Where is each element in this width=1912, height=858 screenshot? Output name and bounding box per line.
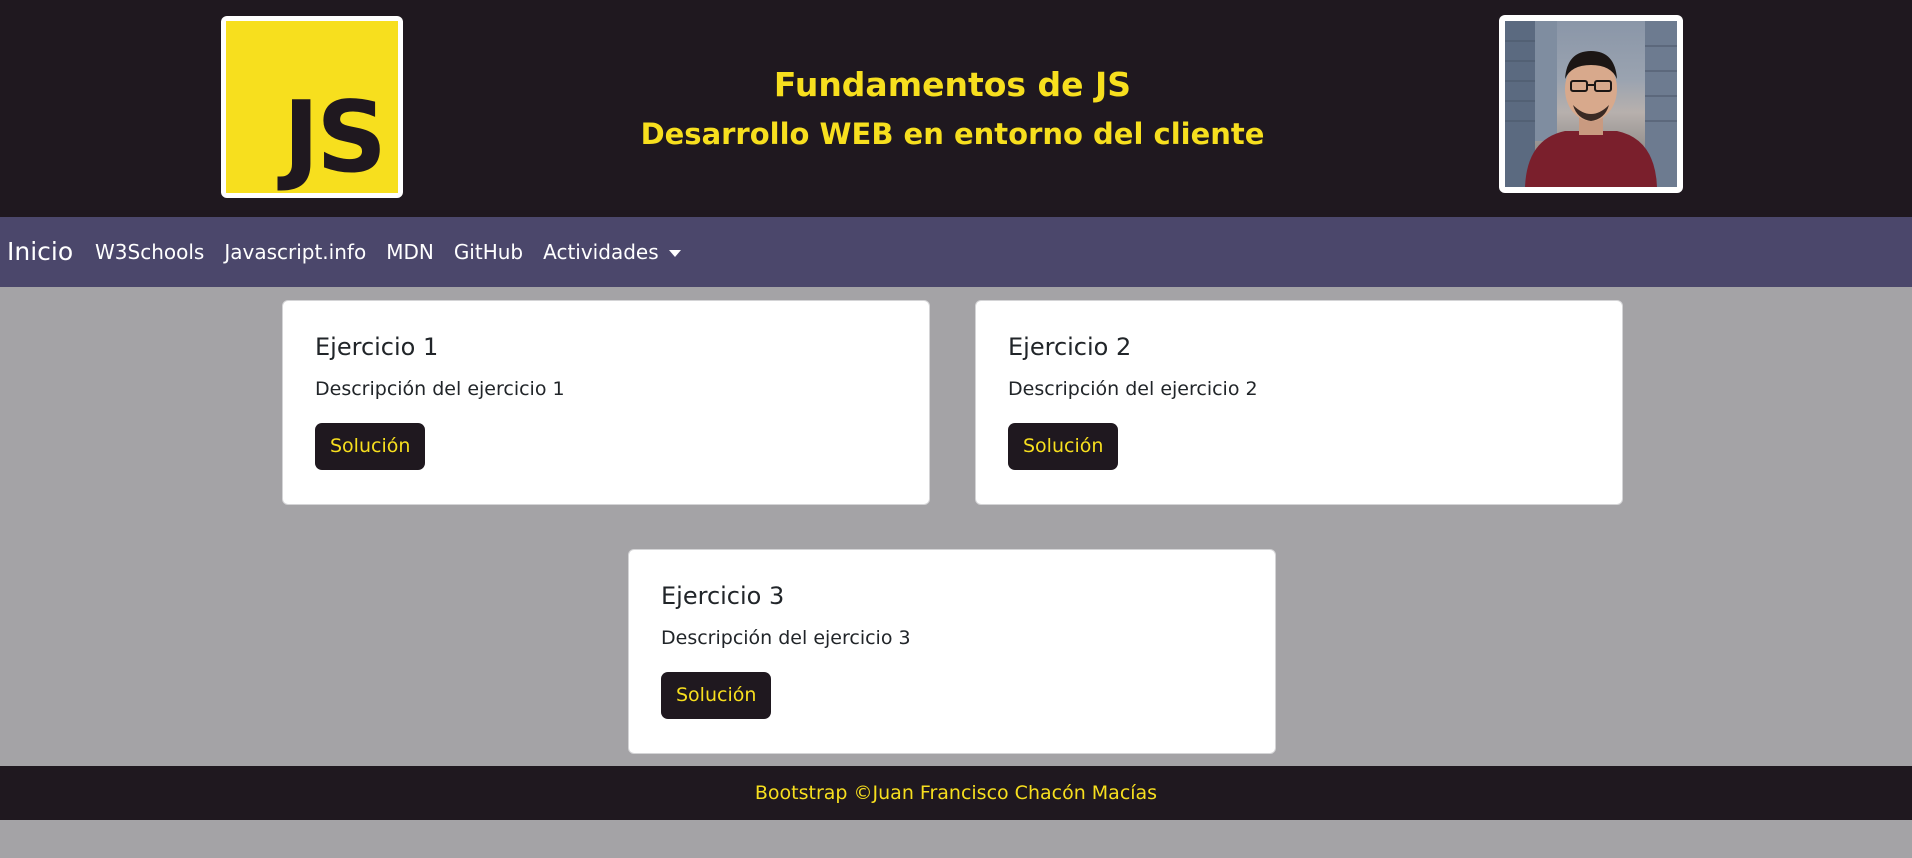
card-title: Ejercicio 3 <box>661 582 785 610</box>
card-description: Descripción del ejercicio 3 <box>661 627 911 649</box>
navbar: Inicio W3Schools Javascript.info MDN Git… <box>0 217 1912 287</box>
footer-text: Bootstrap ©Juan Francisco Chacón Macías <box>754 782 1158 804</box>
person-photo-illustration <box>1505 21 1677 187</box>
card-description: Descripción del ejercicio 1 <box>315 378 565 400</box>
solution-button-2[interactable]: Solución <box>1008 423 1119 470</box>
page-subtitle: Desarrollo WEB en entorno del cliente <box>640 117 1265 151</box>
profile-photo <box>1499 15 1683 193</box>
header-titles: Fundamentos de JS Desarrollo WEB en ento… <box>600 60 1305 158</box>
nav-dropdown-actividades[interactable]: Actividades <box>533 240 691 264</box>
nav-dropdown-label: Actividades <box>543 240 659 264</box>
page-title: Fundamentos de JS <box>773 65 1132 104</box>
nav-link-w3schools[interactable]: W3Schools <box>85 240 214 264</box>
exercise-card-2: Ejercicio 2 Descripción del ejercicio 2 … <box>975 300 1623 505</box>
card-title: Ejercicio 1 <box>315 333 439 361</box>
site-header: JS Fundamentos de JS Desarrollo WEB en e… <box>0 0 1912 217</box>
exercise-card-1: Ejercicio 1 Descripción del ejercicio 1 … <box>282 300 930 505</box>
nav-link-mdn[interactable]: MDN <box>376 240 444 264</box>
avatar <box>1505 21 1677 187</box>
solution-button-3[interactable]: Solución <box>661 672 772 719</box>
solution-button-1[interactable]: Solución <box>315 423 426 470</box>
card-description: Descripción del ejercicio 2 <box>1008 378 1258 400</box>
nav-brand-inicio[interactable]: Inicio <box>7 217 73 287</box>
js-logo-text: JS <box>282 81 387 195</box>
js-logo: JS <box>221 16 403 198</box>
exercise-card-3: Ejercicio 3 Descripción del ejercicio 3 … <box>628 549 1276 754</box>
card-title: Ejercicio 2 <box>1008 333 1132 361</box>
nav-link-github[interactable]: GitHub <box>444 240 533 264</box>
nav-links: W3Schools Javascript.info MDN GitHub Act… <box>85 217 691 287</box>
site-footer: Bootstrap ©Juan Francisco Chacón Macías <box>0 766 1912 820</box>
nav-link-javascript-info[interactable]: Javascript.info <box>214 240 376 264</box>
chevron-down-icon <box>668 250 681 257</box>
